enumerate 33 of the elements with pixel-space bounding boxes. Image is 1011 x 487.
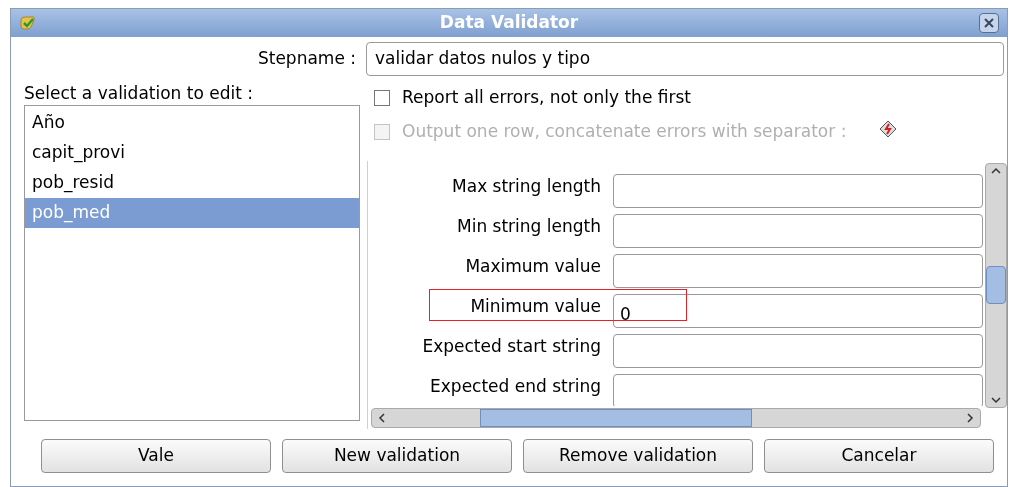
checkbox-label: Report all errors, not only the first — [402, 86, 691, 110]
field-label: Minimum value — [469, 295, 602, 319]
horizontal-scrollbar[interactable] — [371, 408, 981, 428]
check-icon — [19, 15, 37, 31]
dialog-button[interactable]: New validation — [282, 439, 512, 473]
field-label: Expected end string — [429, 375, 602, 399]
field-label: Expected start string — [421, 335, 602, 359]
field-label: Maximum value — [464, 255, 602, 279]
scroll-thumb[interactable] — [986, 266, 1006, 304]
input-field[interactable]: 0 — [613, 294, 983, 328]
list-item[interactable]: capit_provi — [25, 138, 359, 168]
stepname-field[interactable]: validar datos nulos y tipo — [366, 42, 1004, 76]
vertical-scrollbar[interactable] — [985, 163, 1007, 408]
close-button[interactable] — [979, 13, 999, 33]
input-field[interactable] — [613, 214, 983, 248]
dialog-button[interactable]: Cancelar — [764, 439, 994, 473]
checkbox-label: Output one row, concatenate errors with separator : — [402, 120, 847, 144]
window-title: Data Validator — [439, 11, 579, 35]
stepname-label: Stepname : — [257, 48, 356, 69]
diamond-icon — [878, 119, 899, 139]
scroll-thumb[interactable] — [480, 409, 752, 427]
list-item[interactable]: Año — [25, 108, 359, 138]
field-label: Min string length — [456, 215, 602, 239]
checkbox[interactable] — [374, 90, 390, 106]
input-field[interactable] — [613, 334, 983, 368]
input-field[interactable] — [613, 174, 983, 208]
list-item[interactable]: pob_resid — [25, 168, 359, 198]
list-heading: Select a validation to edit : — [24, 82, 254, 105]
input-field[interactable] — [613, 254, 983, 288]
dialog-button[interactable]: Vale — [41, 439, 271, 473]
close-icon — [984, 18, 994, 28]
field-label: Max string length — [451, 175, 602, 199]
dialog-button[interactable]: Remove validation — [523, 439, 753, 473]
